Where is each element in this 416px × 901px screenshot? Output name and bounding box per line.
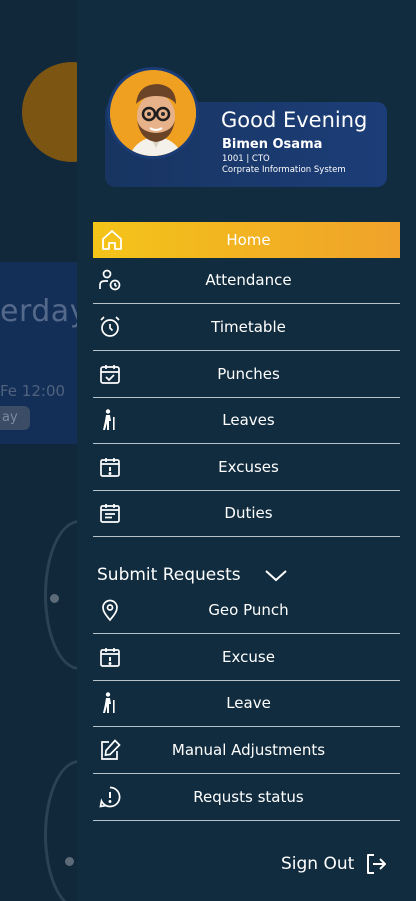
chevron-down-icon [263, 565, 289, 585]
edit-icon [97, 737, 123, 763]
calendar-check-icon [97, 361, 123, 387]
walking-person-icon [97, 407, 123, 433]
menu-item-requests-status[interactable]: Requsts status [93, 774, 400, 821]
user-clock-icon [97, 267, 123, 293]
greeting-text: Good Evening [221, 108, 368, 132]
user-organization: Corprate Information System [222, 165, 346, 175]
menu-label: Duties [224, 504, 273, 522]
menu-label: Excuses [218, 458, 279, 476]
menu-item-home[interactable]: Home [93, 222, 400, 258]
info-bubble-icon [97, 784, 123, 810]
background-dot [65, 857, 74, 866]
menu-item-manual-adjustments[interactable]: Manual Adjustments [93, 727, 400, 774]
menu-label: Punches [217, 365, 280, 383]
menu-label: Home [226, 231, 271, 249]
section-title: Submit Requests [97, 565, 241, 585]
user-meta: 1001 | CTO Corprate Information System [222, 154, 346, 176]
menu-label: Attendance [205, 271, 292, 289]
background-card-title: erday [0, 294, 88, 329]
menu-item-leaves[interactable]: Leaves [93, 397, 400, 444]
menu-label: Geo Punch [208, 601, 289, 619]
background-card-subtitle: Fe 12:00 [0, 382, 66, 400]
calendar-exclamation-icon [97, 454, 123, 480]
menu-label: Excuse [222, 648, 275, 666]
menu-label: Manual Adjustments [171, 741, 326, 759]
menu-item-attendance[interactable]: Attendance [93, 257, 400, 304]
menu-item-excuse[interactable]: Excuse [93, 634, 400, 681]
menu-label: Leave [226, 694, 271, 712]
logout-icon [364, 852, 388, 876]
menu-item-timetable[interactable]: Timetable [93, 304, 400, 351]
user-id-role: 1001 | CTO [222, 154, 270, 164]
menu-label: Timetable [211, 318, 286, 336]
menu-item-geo-punch[interactable]: Geo Punch [93, 587, 400, 634]
home-icon [99, 227, 125, 253]
navigation-drawer: Good Evening Bimen Osama 1001 | CTO Corp… [77, 0, 416, 901]
location-pin-icon [97, 597, 123, 623]
menu-item-punches[interactable]: Punches [93, 351, 400, 398]
sign-out-label: Sign Out [281, 854, 355, 874]
avatar[interactable] [107, 67, 199, 159]
menu-label: Requsts status [193, 788, 304, 806]
calendar-list-icon [97, 500, 123, 526]
alarm-clock-icon [97, 314, 123, 340]
menu-label: Leaves [222, 411, 275, 429]
menu-item-excuses[interactable]: Excuses [93, 444, 400, 491]
menu-item-leave[interactable]: Leave [93, 680, 400, 727]
submit-requests-toggle[interactable]: Submit Requests [97, 560, 337, 590]
walking-person-icon [97, 690, 123, 716]
sign-out-button[interactable]: Sign Out [281, 850, 388, 878]
calendar-exclamation-icon [97, 644, 123, 670]
background-dot [50, 594, 59, 603]
user-name: Bimen Osama [222, 137, 323, 152]
background-card-pill: ay [0, 406, 30, 430]
menu-item-duties[interactable]: Duties [93, 490, 400, 537]
